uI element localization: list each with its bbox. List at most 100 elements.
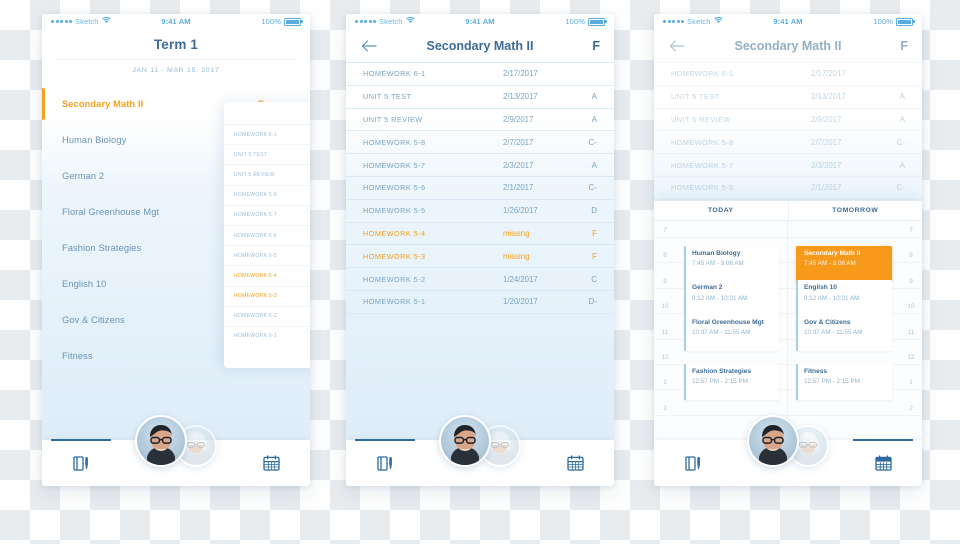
event-title: English 10: [804, 284, 837, 292]
assignment-name: HOMEWORK 6-1: [671, 69, 734, 79]
schedule-event[interactable]: English 10 9:12 AM - 10:31 AM: [796, 280, 892, 317]
assignment-row[interactable]: HOMEWORK 5-3 missing F: [346, 245, 614, 269]
hour-label: 10: [907, 303, 915, 311]
hour-label: 11: [661, 328, 669, 336]
event-title: Human Biology: [692, 250, 741, 258]
assignment-name: HOMEWORK 5-6: [363, 183, 426, 193]
profile-avatars[interactable]: [439, 415, 521, 467]
assignment-date: 2/13/2017: [503, 92, 538, 102]
assignment-grade: A: [591, 114, 597, 124]
page-title: Term 1: [153, 37, 199, 52]
assignment-name: HOMEWORK 5-1: [363, 297, 426, 307]
battery-percent-label: 100%: [565, 17, 585, 26]
status-time: 9:41 AM: [773, 17, 803, 26]
peek-card-rows: HOMEWORK 6-1 UNIT 5 TEST UNIT 5 REVIEW HOME…: [224, 124, 310, 346]
schedule-day-headers: TODAY TOMORROW: [654, 201, 922, 221]
peek-row: HOMEWORK 5-1: [224, 325, 310, 346]
assignment-date: 1/20/2017: [503, 297, 538, 307]
assignment-row[interactable]: HOMEWORK 5-2 1/24/2017 C: [346, 268, 614, 291]
assignment-date: 2/1/2017: [503, 183, 534, 193]
assignment-date: 1/24/2017: [503, 274, 538, 284]
assignment-grade: F: [592, 251, 597, 261]
assignment-row[interactable]: HOMEWORK 5-6 2/1/2017 C-: [346, 177, 614, 200]
schedule-day-header[interactable]: TODAY: [654, 201, 789, 220]
assignment-row[interactable]: HOMEWORK 5-4 missing F: [346, 223, 614, 246]
peek-row: HOMEWORK 5-2: [224, 305, 310, 326]
assignment-name: HOMEWORK 5-4: [363, 228, 426, 238]
hour-label: 11: [907, 328, 915, 336]
assignment-grade: F: [592, 228, 597, 238]
tab-schedule[interactable]: [258, 450, 284, 476]
signal-dots-icon: [663, 20, 684, 23]
term-date-range: JAN 11 - MAR 15, 2017: [56, 59, 296, 74]
schedule-day-header[interactable]: TOMORROW: [789, 201, 923, 220]
profile-avatars[interactable]: [135, 415, 217, 467]
assignment-row[interactable]: HOMEWORK 5-1 1/20/2017 D-: [346, 291, 614, 314]
peek-row: UNIT 5 TEST: [224, 144, 310, 164]
assignment-row[interactable]: UNIT 5 TEST 2/13/2017 A: [346, 86, 614, 109]
hour-label: 10: [661, 303, 669, 311]
assignment-row[interactable]: HOMEWORK 5-8 2/7/2017 C-: [346, 131, 614, 155]
schedule-event[interactable]: Floral Greenhouse Mgt 10:37 AM - 11:55 AM: [684, 314, 779, 351]
battery-icon: [588, 17, 607, 26]
assignment-row: UNIT 5 TEST 2/13/2017 A: [654, 86, 922, 109]
assignment-date: 2/7/2017: [503, 137, 534, 147]
assignment-peek-card[interactable]: Secondary M HOMEWORK 6-1UNIT 5 TESTUNIT …: [224, 102, 310, 368]
hour-label: 1: [663, 379, 667, 387]
tab-assignments[interactable]: [355, 439, 415, 476]
status-bar-right: 100%: [803, 17, 915, 26]
avatar-student[interactable]: [747, 415, 799, 467]
phone-screen-term-overview: Sketch 9:41 AM 100% Term 1 JAN 11 - MAR …: [42, 14, 310, 486]
hour-label: 1: [909, 379, 913, 387]
profile-avatars[interactable]: [747, 415, 829, 467]
event-time: 7:45 AM - 9:06 AM: [692, 260, 744, 268]
assignment-date: 2/9/2017: [811, 114, 842, 124]
assignment-date: 2/17/2017: [811, 69, 846, 79]
back-arrow-icon[interactable]: [360, 37, 377, 54]
tab-assignments[interactable]: [680, 450, 706, 476]
tab-assignments[interactable]: [51, 439, 111, 476]
signal-dots-icon: [355, 20, 376, 23]
hour-label: 2: [663, 404, 667, 412]
back-arrow-icon[interactable]: [668, 37, 685, 54]
assignment-grade: C-: [588, 137, 597, 147]
assignment-name: HOMEWORK 5-3: [363, 251, 426, 261]
peek-card-title: Secondary M: [224, 102, 310, 124]
schedule-event[interactable]: Gov & Citizens 10:37 AM - 11:55 AM: [796, 314, 892, 351]
assignment-row[interactable]: HOMEWORK 6-1 2/17/2017: [346, 62, 614, 86]
assignment-row: HOMEWORK 5-8 2/7/2017 C-: [654, 131, 922, 155]
tab-schedule[interactable]: [562, 450, 588, 476]
battery-icon: [896, 17, 915, 26]
assignment-grade: A: [591, 160, 597, 170]
peek-row: HOMEWORK 5-4: [224, 265, 310, 285]
hour-label: 9: [909, 277, 913, 285]
event-time: 9:12 AM - 10:31 AM: [804, 294, 860, 302]
assignment-grade: A: [899, 114, 905, 124]
phone-screen-assignment-list: Sketch 9:41 AM 100% Secondary Math II F: [346, 14, 614, 486]
status-bar-right: 100%: [191, 17, 303, 26]
schedule-event[interactable]: Human Biology 7:45 AM - 9:06 AM: [684, 246, 779, 283]
schedule-event[interactable]: Fitness 12:57 PM - 2:15 PM: [796, 364, 892, 401]
event-time: 9:12 AM - 10:31 AM: [692, 294, 748, 302]
assignment-date: 2/3/2017: [811, 160, 842, 170]
assignment-date: 2/1/2017: [811, 183, 842, 193]
assignment-date: 2/9/2017: [503, 114, 534, 124]
avatar-student[interactable]: [439, 415, 491, 467]
tab-schedule[interactable]: [853, 439, 913, 476]
assignment-row[interactable]: HOMEWORK 5-5 1/26/2017 D: [346, 200, 614, 223]
assignment-grade: A: [591, 92, 597, 102]
peek-row: HOMEWORK 5-7: [224, 204, 310, 225]
peek-row: HOMEWORK 5-6: [224, 224, 310, 245]
course-grade-badge: F: [900, 38, 908, 53]
assignment-row: HOMEWORK 5-7 2/3/2017 A: [654, 154, 922, 177]
assignment-row[interactable]: UNIT 5 REVIEW 2/9/2017 A: [346, 109, 614, 132]
assignment-grade: C-: [896, 183, 905, 193]
schedule-event[interactable]: Secondary Math II 7:45 AM - 9:06 AM: [796, 246, 892, 283]
assignment-grade: C-: [588, 183, 597, 193]
schedule-event[interactable]: German 2 9:12 AM - 10:31 AM: [684, 280, 779, 317]
avatar-student[interactable]: [135, 415, 187, 467]
status-bar: Sketch 9:41 AM 100%: [654, 14, 922, 29]
assignment-name: HOMEWORK 5-7: [671, 160, 734, 170]
schedule-event[interactable]: Fashion Strategies 12:57 PM - 2:15 PM: [684, 364, 779, 401]
assignment-row[interactable]: HOMEWORK 5-7 2/3/2017 A: [346, 154, 614, 177]
